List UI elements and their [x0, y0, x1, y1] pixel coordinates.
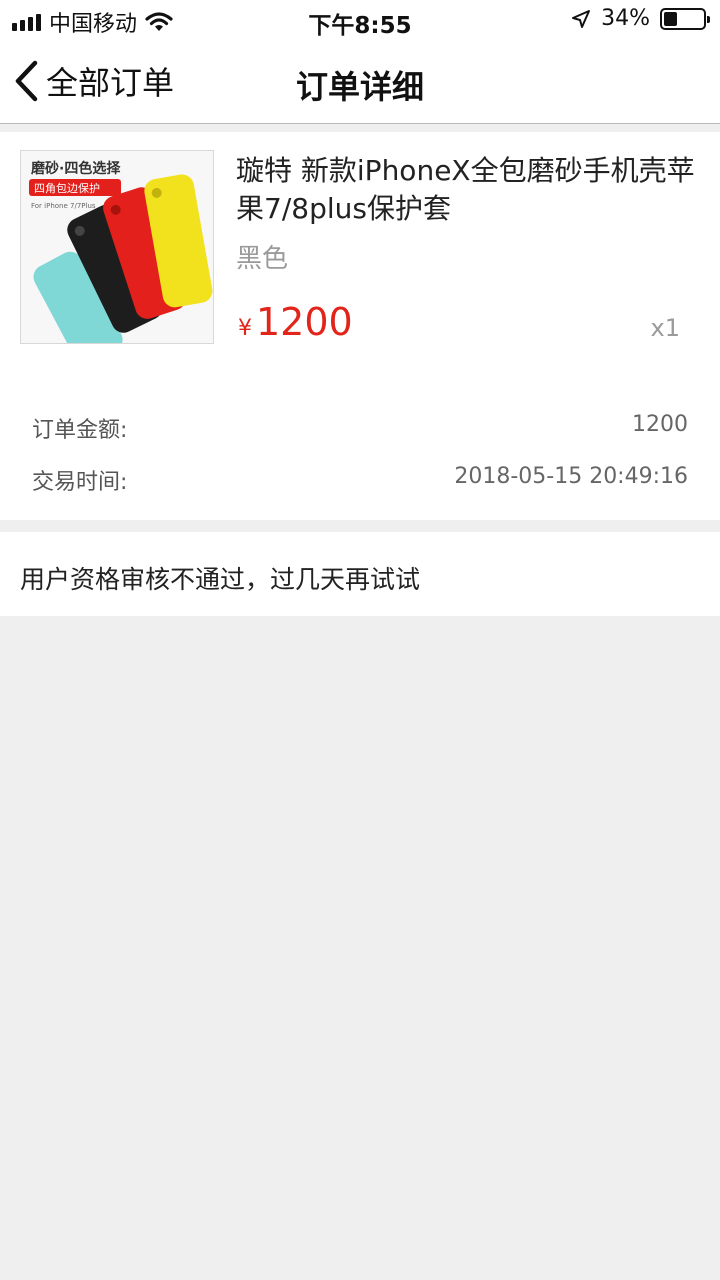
transaction-time-value: 2018-05-15 20:49:16 — [454, 464, 688, 489]
product-thumbnail[interactable]: 磨砂·四色选择 四角包边保护 For iPhone 7/7Plus — [20, 150, 214, 344]
transaction-time-row: 交易时间: 2018-05-15 20:49:16 — [32, 464, 688, 496]
image-badge: 四角包边保护 — [34, 181, 100, 195]
image-model: For iPhone 7/7Plus — [31, 202, 96, 210]
product-variant: 黑色 — [236, 244, 289, 274]
battery-percentage: 34% — [601, 6, 650, 31]
product-price: ¥ 1200 — [238, 300, 353, 344]
order-amount-label: 订单金额: — [32, 418, 128, 443]
page-title: 订单详细 — [295, 68, 424, 106]
order-item-card: 磨砂·四色选择 四角包边保护 For iPhone 7/7Plus 璇特 新款i… — [0, 132, 720, 520]
order-amount-value: 1200 — [632, 412, 688, 437]
status-right: 34% — [571, 6, 710, 31]
order-status-message: 用户资格审核不通过，过几天再试试 — [20, 565, 421, 594]
product-image: 磨砂·四色选择 四角包边保护 For iPhone 7/7Plus — [21, 151, 213, 343]
product-name[interactable]: 璇特 新款iPhoneX全包磨砂手机壳苹果7/8plus保护套 — [236, 152, 696, 228]
transaction-time-label: 交易时间: — [32, 470, 128, 495]
location-arrow-icon — [572, 9, 591, 28]
battery-icon — [660, 7, 710, 30]
navigation-bar: 全部订单 订单详细 — [0, 40, 720, 124]
battery-fill — [664, 11, 677, 26]
image-headline: 磨砂·四色选择 — [31, 160, 121, 177]
currency-symbol: ¥ — [238, 316, 252, 341]
price-value: 1200 — [256, 300, 353, 344]
order-amount-row: 订单金额: 1200 — [32, 412, 688, 444]
status-bar: 中国移动 下午8:55 34% — [0, 0, 720, 40]
order-status-message-box: 用户资格审核不通过，过几天再试试 — [0, 532, 720, 616]
product-quantity: x1 — [650, 314, 680, 342]
